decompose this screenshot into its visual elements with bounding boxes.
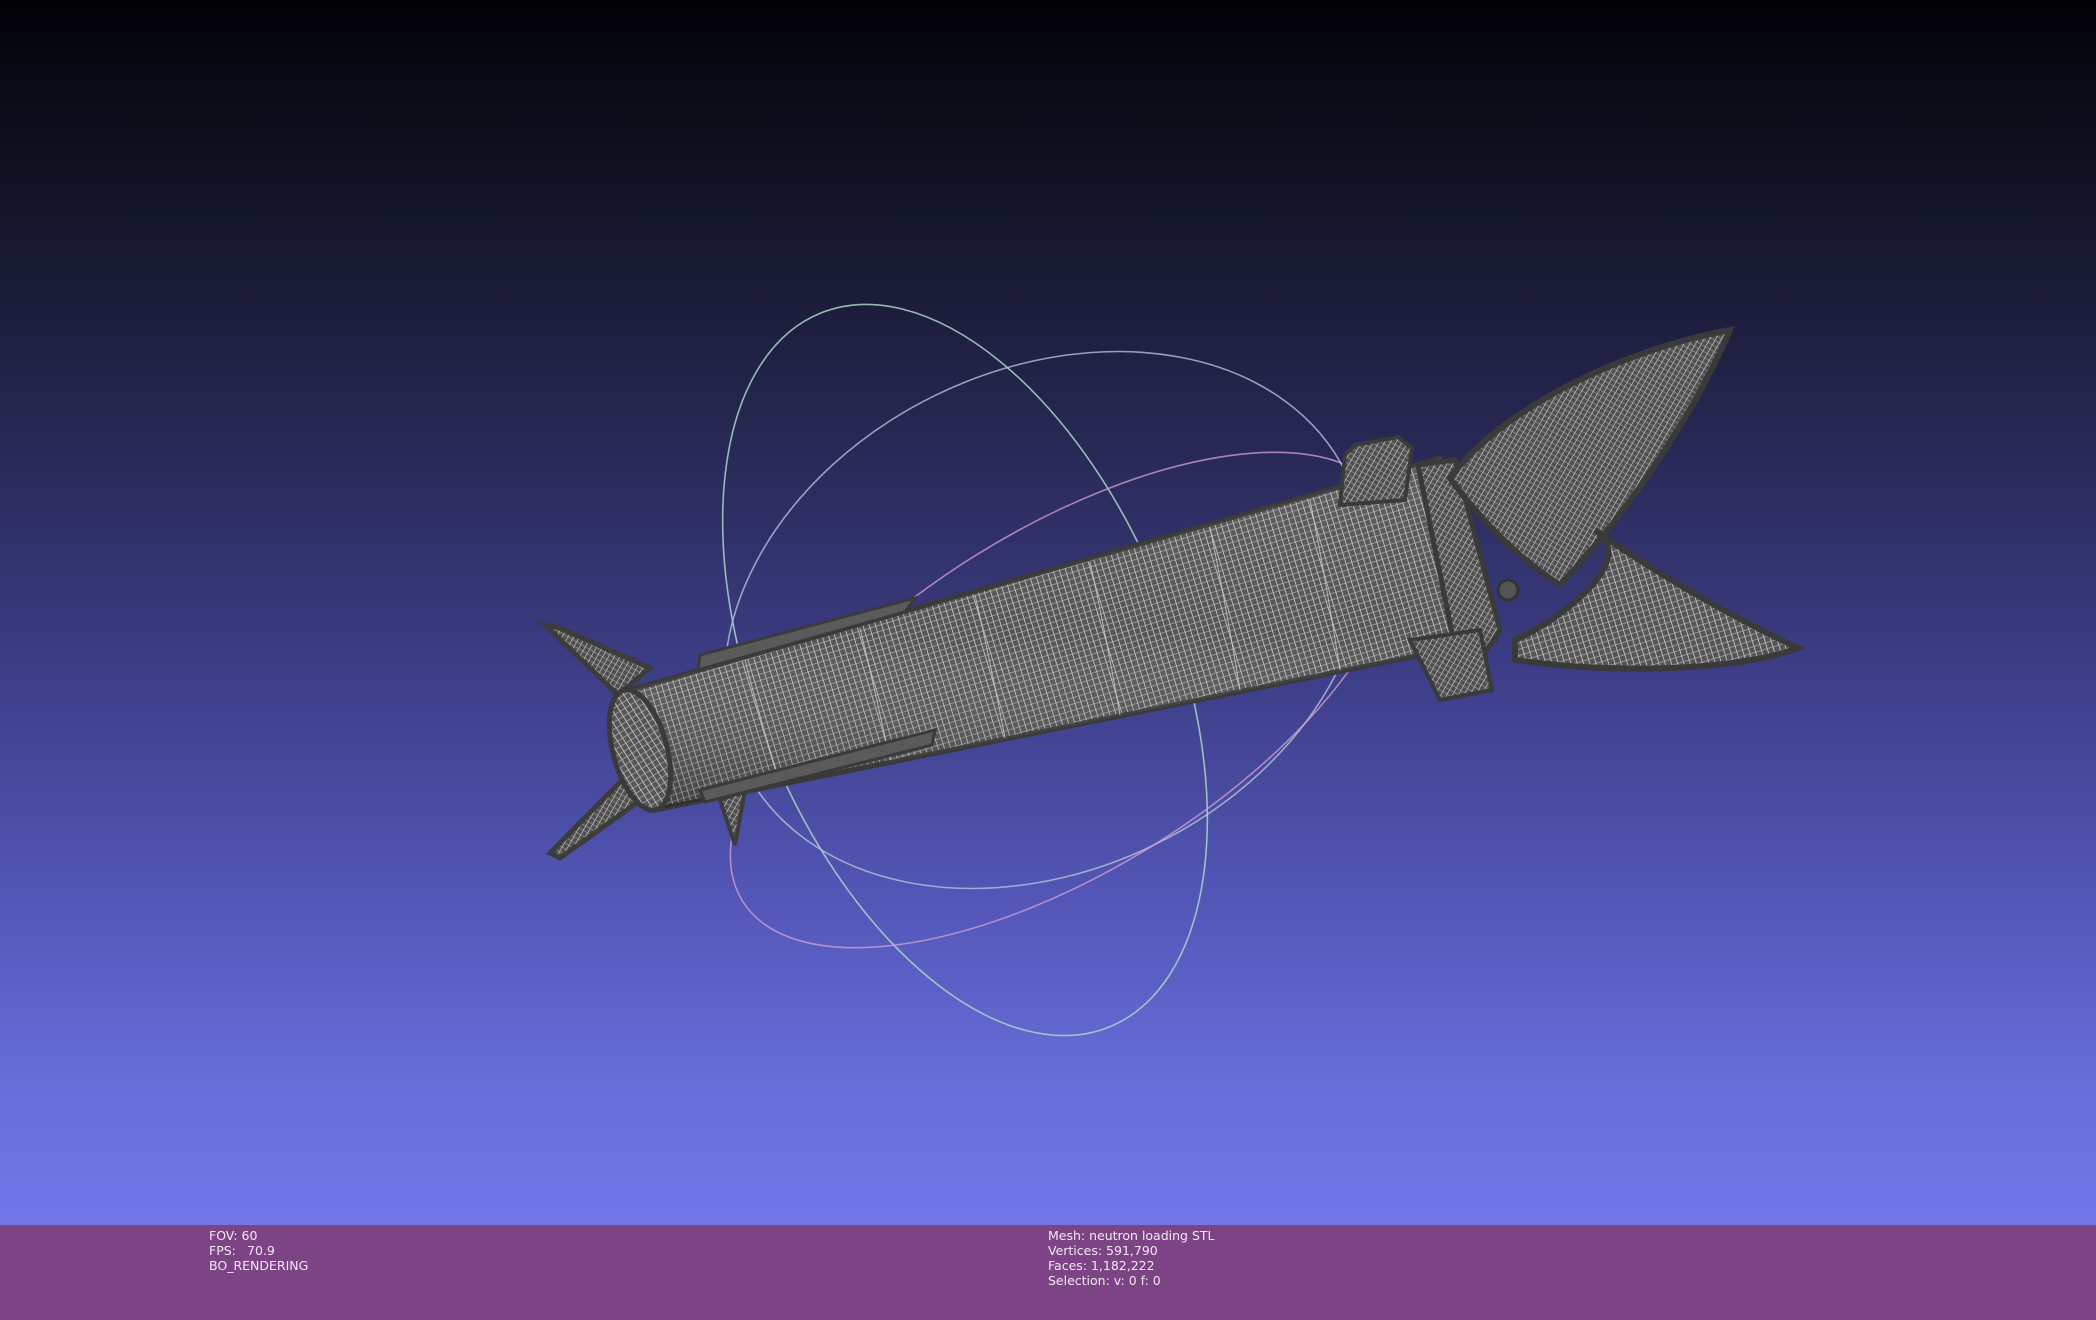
faces-count-label: Faces: 1,182,222: [1048, 1258, 1155, 1273]
fairing-hinge: [1496, 578, 1520, 602]
rocket-mesh: [537, 326, 1806, 861]
fps-label: FPS:: [209, 1243, 236, 1258]
3d-viewport[interactable]: [0, 0, 2096, 1225]
fairing-upper: [1446, 326, 1735, 589]
render-info: FOV: 60 FPS: 70.9 BO_RENDERING: [209, 1228, 308, 1273]
adapter-tab-bottom: [1406, 627, 1495, 703]
scene-canvas: [537, 303, 1806, 1037]
selection-label: Selection: v: 0 f: 0: [1048, 1273, 1161, 1288]
render-mode-label: BO_RENDERING: [209, 1258, 309, 1273]
fin-upper: [537, 620, 655, 699]
adapter-tab-top: [1337, 434, 1415, 508]
status-bar: FOV: 60 FPS: 70.9 BO_RENDERING Mesh: neut…: [0, 1225, 2096, 1320]
mesh-name-label: Mesh: neutron loading STL: [1048, 1228, 1215, 1243]
fov-label: FOV: 60: [209, 1228, 258, 1243]
vertices-count-label: Vertices: 591,790: [1048, 1243, 1158, 1258]
mesh-info: Mesh: neutron loading STL Vertices: 591,…: [1048, 1228, 1215, 1288]
fps-row: FPS: 70.9: [209, 1243, 308, 1258]
fps-value: 70.9: [247, 1243, 275, 1258]
